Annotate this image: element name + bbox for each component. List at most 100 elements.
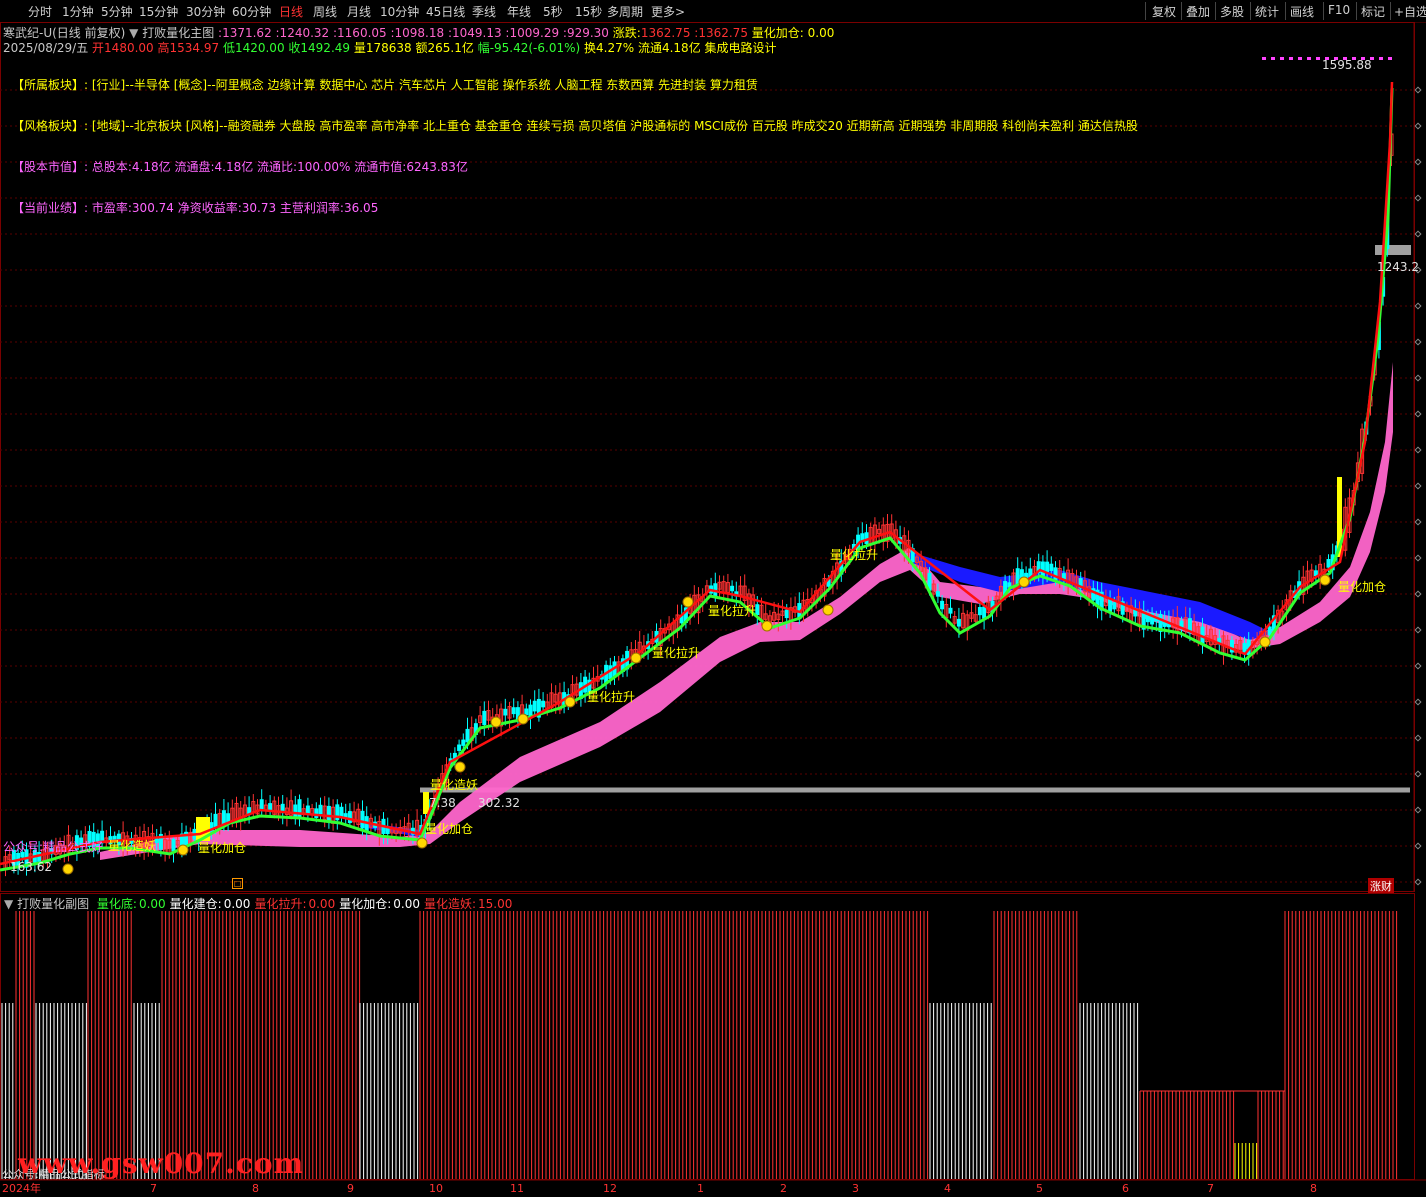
- main-chart-border: [0, 22, 1415, 892]
- candle-body: [457, 744, 462, 751]
- candle-body: [1267, 626, 1272, 636]
- period-tab-12[interactable]: 年线: [507, 3, 531, 20]
- period-tab-16[interactable]: 更多>: [651, 3, 685, 20]
- signal-label: 量化拉升: [587, 690, 636, 704]
- sub-item-label: 量化底:: [96, 897, 137, 911]
- candle-body: [940, 600, 945, 610]
- sub-collapse-icon[interactable]: ▼: [4, 897, 13, 911]
- top-dot: [1298, 57, 1302, 60]
- level-high-bar: [1375, 245, 1411, 255]
- info-sector: 【所属板块】: [行业]--半导体 [概念]--阿里概念 边缘计算 数据中心 芯…: [12, 76, 758, 93]
- candle-body: [977, 607, 982, 616]
- candle-body: [982, 606, 987, 619]
- zhangdie-value: 1362.75: [640, 26, 691, 40]
- money-bag-icon: [822, 604, 834, 616]
- sub-item-value: 0.00: [223, 897, 251, 911]
- candle-body: [1326, 559, 1331, 568]
- candle-body: [541, 700, 546, 708]
- event-marker-icon[interactable]: □: [232, 878, 243, 889]
- sub-chart-panel[interactable]: ▼ 打败量化副图 量化底: 0.00 量化建仓: 0.00 量化拉升: 0.00 量化加仓:…: [0, 893, 1426, 1194]
- top-dot: [1388, 57, 1392, 60]
- jiacang-label: 量化加仓:: [751, 26, 804, 40]
- period-tab-1[interactable]: 1分钟: [62, 3, 94, 20]
- indicator-collapse-icon[interactable]: ▼: [129, 26, 138, 40]
- toolbar-button-7[interactable]: +自选: [1394, 3, 1426, 20]
- candle-body: [1108, 598, 1113, 612]
- period-tab-5[interactable]: 60分钟: [232, 3, 271, 20]
- candle-body: [524, 708, 529, 716]
- axis-tick-icon: [1414, 374, 1422, 382]
- x-axis-label: 4: [944, 1182, 951, 1195]
- money-bag-icon: [1018, 576, 1030, 588]
- signal-label: 量化加仓: [1338, 580, 1387, 594]
- top-dot: [1280, 57, 1284, 60]
- axis-tick-icon: [1414, 842, 1422, 850]
- period-tab-8[interactable]: 月线: [347, 3, 371, 20]
- toolbar-button-3[interactable]: 统计: [1255, 3, 1279, 20]
- x-axis-label: 7: [150, 1182, 157, 1195]
- candle-body: [503, 708, 508, 716]
- period-tab-9[interactable]: 10分钟: [380, 3, 419, 20]
- period-tab-4[interactable]: 30分钟: [186, 3, 225, 20]
- period-tab-7[interactable]: 周线: [313, 3, 337, 20]
- info-cap-label: 【股本市值】:: [12, 160, 89, 174]
- toolbar-divider: [1323, 2, 1324, 20]
- top-dot: [1307, 57, 1311, 60]
- indicator-name[interactable]: 打败量化主图: [142, 26, 214, 40]
- candle-body: [293, 804, 298, 819]
- bar-amount: 额265.1亿: [415, 41, 474, 55]
- money-bag-icon: [416, 837, 428, 849]
- signal-label: 量化拉升: [708, 604, 757, 618]
- money-bag-icon: [454, 761, 466, 773]
- x-axis-label: 3: [852, 1182, 859, 1195]
- toolbar-button-5[interactable]: F10: [1328, 3, 1350, 17]
- signal-label: 量化加仓: [425, 822, 474, 836]
- candle-body: [956, 618, 961, 627]
- toolbar-button-1[interactable]: 叠加: [1186, 3, 1210, 20]
- info-cap: 【股本市值】: 总股本:4.18亿 流通盘:4.18亿 流通比:100.00% …: [12, 158, 468, 175]
- site-watermark: www.gsw007.com: [18, 1147, 305, 1180]
- candle-body: [318, 804, 323, 815]
- period-tab-14[interactable]: 15秒: [575, 3, 602, 20]
- sub-item-label: 量化拉升:: [254, 897, 307, 911]
- toolbar-button-2[interactable]: 多股: [1220, 3, 1244, 20]
- period-tab-0[interactable]: 分时: [28, 3, 52, 20]
- bar-high: 高1534.97: [157, 41, 220, 55]
- axis-tick-icon: [1414, 878, 1422, 886]
- info-cap-text: 总股本:4.18亿 流通盘:4.18亿 流通比:100.00% 流通市值:624…: [91, 160, 468, 174]
- axis-tick-icon: [1414, 158, 1422, 166]
- sub-indicator-name[interactable]: 打败量化副图: [17, 897, 89, 911]
- axis-tick-icon: [1414, 230, 1422, 238]
- signal-label: 量化拉升: [830, 548, 879, 562]
- bar-open: 开1480.00: [92, 41, 154, 55]
- period-tab-2[interactable]: 5分钟: [101, 3, 133, 20]
- zhangcai-badge[interactable]: 涨财: [1368, 878, 1394, 894]
- main-chart-panel[interactable]: 寒武纪-U(日线 前复权) ▼ 打败量化主图 :1371.62 :1240.32…: [0, 22, 1426, 894]
- candle-body: [326, 805, 331, 822]
- money-bag-icon: [1319, 574, 1331, 586]
- info-style-label: 【风格板块】:: [12, 119, 89, 133]
- period-tab-10[interactable]: 45日线: [426, 3, 465, 20]
- level-high-label: 1243.2: [1377, 260, 1419, 274]
- candle-body: [213, 813, 218, 828]
- period-tab-3[interactable]: 15分钟: [139, 3, 178, 20]
- toolbar-button-6[interactable]: 标记: [1361, 3, 1385, 20]
- period-tab-6[interactable]: 日线: [279, 3, 303, 20]
- bar-float: 流通4.18亿: [637, 41, 701, 55]
- bar-date: 2025/08/29/五: [3, 41, 89, 55]
- stock-name[interactable]: 寒武纪-U(日线 前复权): [3, 26, 125, 40]
- candle-body: [755, 604, 760, 616]
- period-tab-15[interactable]: 多周期: [607, 3, 643, 20]
- money-bag-icon: [177, 844, 189, 856]
- zhangdie-value2: :1362.75: [694, 26, 748, 40]
- axis-tick-icon: [1414, 482, 1422, 490]
- axis-tick-icon: [1414, 662, 1422, 670]
- toolbar-button-0[interactable]: 复权: [1152, 3, 1176, 20]
- period-tab-11[interactable]: 季线: [472, 3, 496, 20]
- main-chart-svg[interactable]: [0, 22, 1426, 892]
- toolbar-button-4[interactable]: 画线: [1290, 3, 1314, 20]
- candle-body: [259, 799, 264, 810]
- level-low-label: 302.32: [478, 796, 520, 810]
- sub-indicator-values: 量化底: 0.00 量化建仓: 0.00 量化拉升: 0.00 量化加仓: 0.00 量化造妖:…: [93, 897, 512, 911]
- period-tab-13[interactable]: 5秒: [543, 3, 563, 20]
